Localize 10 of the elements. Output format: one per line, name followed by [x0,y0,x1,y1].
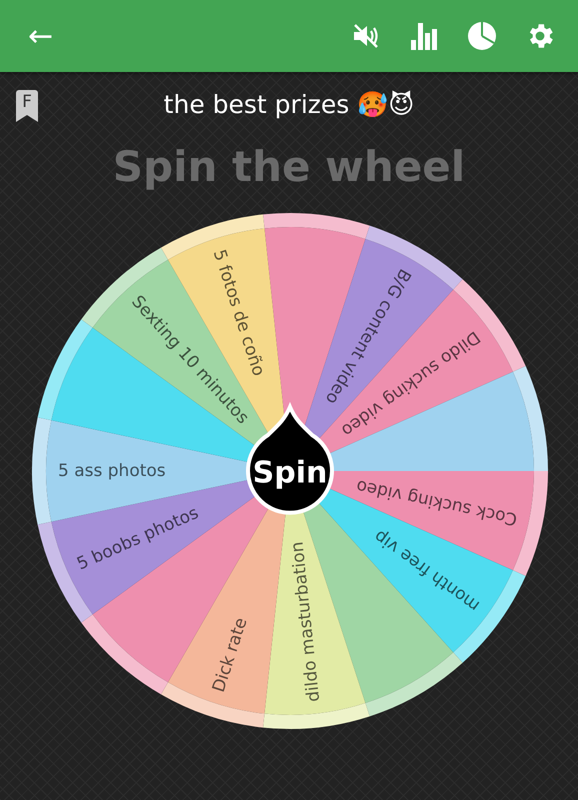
segment-label: dildo masturbation [288,540,324,703]
wheel-title: the best prizes 🥵😈 [164,90,414,121]
bar-chart-icon[interactable] [408,20,440,52]
bookmark-badge[interactable]: F [16,90,38,122]
segment-label: Cock sucking video [354,475,519,530]
segment-label: Dick rate [208,615,252,695]
pie-chart-icon[interactable] [466,20,498,52]
spin-button[interactable]: Spin [246,405,334,515]
heading: Spin the wheel [112,142,466,191]
segment-label: 5 ass photos [58,461,166,481]
